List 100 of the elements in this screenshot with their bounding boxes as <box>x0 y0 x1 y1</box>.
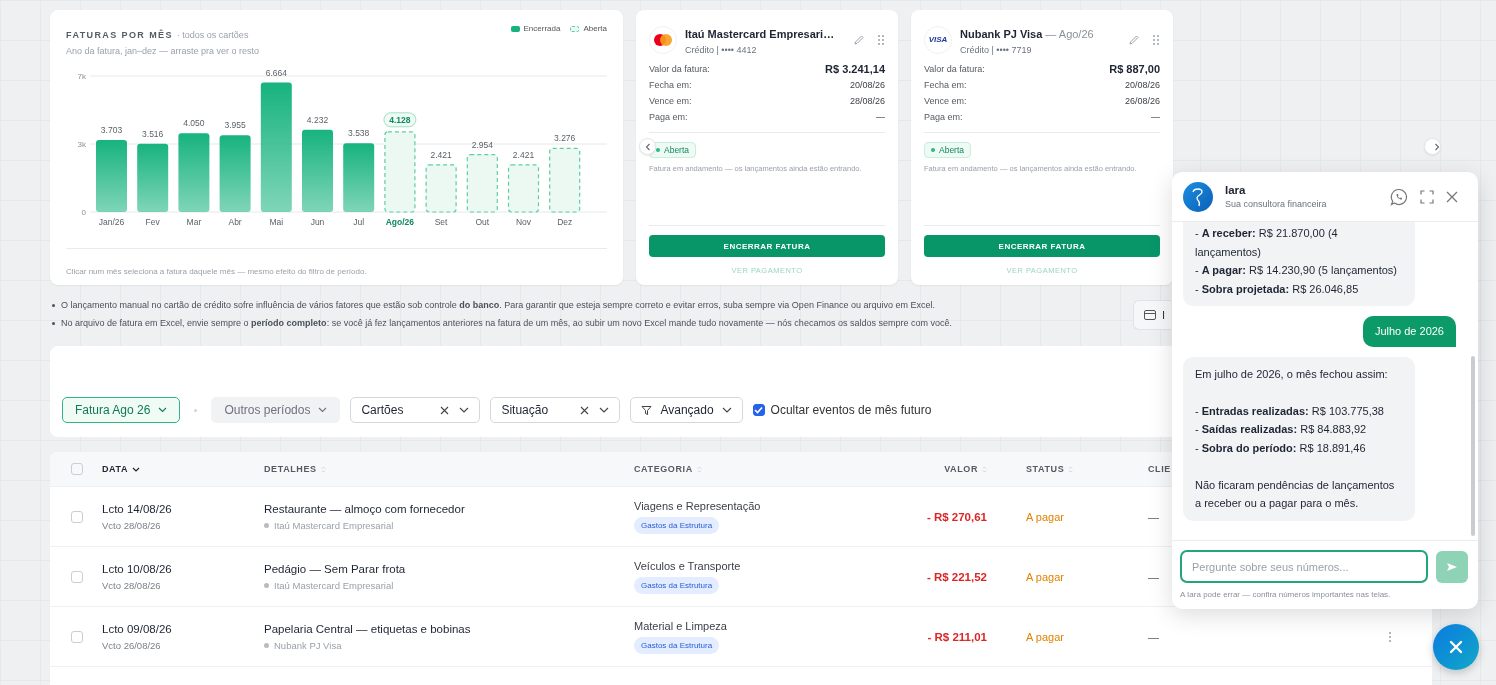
value-label: 4.232 <box>306 114 329 125</box>
close-invoice-button[interactable]: ENCERRAR FATURA <box>924 235 1160 257</box>
next-button[interactable] <box>1424 138 1441 155</box>
close-chat-button[interactable] <box>1433 624 1479 670</box>
column-header[interactable]: CATEGORIA <box>634 464 693 474</box>
period-pill[interactable]: Outros períodos <box>211 397 341 423</box>
chevron-down-icon <box>459 407 470 413</box>
drag-handle-icon[interactable] <box>1152 33 1160 46</box>
month-label[interactable]: Set <box>434 217 448 227</box>
chevron-down-icon <box>599 407 610 413</box>
more-options-icon[interactable] <box>1388 630 1392 643</box>
field-label: Valor da fatura: <box>924 64 985 74</box>
bar[interactable] <box>507 164 540 213</box>
expand-icon[interactable] <box>1420 189 1434 204</box>
filter-icon <box>641 404 653 416</box>
chevron-down-icon <box>721 407 732 413</box>
amount: - R$ 211,01 <box>927 630 987 643</box>
bar[interactable] <box>219 135 251 212</box>
bar[interactable] <box>384 131 416 213</box>
advanced-filter-button[interactable]: Avançado <box>630 397 743 423</box>
previous-button[interactable] <box>639 138 656 155</box>
bar[interactable] <box>260 82 292 212</box>
bar[interactable] <box>343 143 375 212</box>
chevron-down-icon <box>318 407 328 413</box>
value-label: 6.664 <box>265 67 287 78</box>
phone-bubble-icon[interactable] <box>1390 187 1408 206</box>
value-label: 4.050 <box>183 118 205 129</box>
drag-handle-icon[interactable] <box>877 33 885 46</box>
close-icon <box>1449 640 1463 654</box>
value-label: 3.276 <box>554 133 576 144</box>
month-label[interactable]: Mai <box>269 217 284 227</box>
row-checkbox[interactable] <box>71 570 83 583</box>
column-header[interactable]: VALOR <box>944 464 978 474</box>
bar[interactable] <box>96 140 127 212</box>
bar[interactable] <box>178 133 210 212</box>
card-icon <box>1144 310 1156 320</box>
clear-icon[interactable] <box>580 405 590 415</box>
month-label[interactable]: Out <box>475 217 490 227</box>
category-name: Material e Limpeza <box>634 619 727 632</box>
entry-date: Lcto 10/08/26 <box>102 562 172 575</box>
month-label[interactable]: Ago/26 <box>385 217 415 227</box>
send-button[interactable] <box>1436 550 1468 583</box>
note-text: No arquivo de fatura em Excel, envie sempre o período completo: se você já fez lançamentos anteriores na fatura de um mês, ao subir um novo Excel mande tudo novamente — nós checamos os saldos sempre com você. <box>61 318 952 328</box>
pencil-icon[interactable] <box>853 33 865 46</box>
bar[interactable] <box>425 164 457 213</box>
legend-swatch <box>510 25 520 32</box>
month-label[interactable]: Jun <box>310 217 325 227</box>
column-header[interactable]: DETALHES <box>264 464 317 474</box>
chart-subtitle: Ano da fatura, jan–dez — arraste pra ver o resto <box>66 46 260 56</box>
month-label[interactable]: Jul <box>353 217 365 227</box>
month-label[interactable]: Abr <box>228 217 242 227</box>
field-value: — <box>876 112 885 122</box>
card-name: Nubank PJ Visa <box>264 639 342 651</box>
column-header[interactable]: CLIE <box>1148 464 1171 474</box>
axis-tick-label: 0 <box>81 208 86 217</box>
month-label[interactable]: Nov <box>515 217 532 227</box>
message-text: Julho de 2026 <box>1374 324 1444 339</box>
category-tag: Gastos da Estrutura <box>634 576 720 594</box>
month-label[interactable]: Mar <box>186 217 202 227</box>
card-name: Itaú Mastercard Empresarial <box>264 579 394 591</box>
bar[interactable] <box>466 154 498 213</box>
message-text: - Entradas realizadas: R$ 103.775,38 - Saídas realizadas: R$ 84.883,92 - Sobra do período: R$ 18.891,46 <box>1195 403 1385 456</box>
close-invoice-button[interactable]: ENCERRAR FATURA <box>649 235 885 257</box>
field-label: Fecha em: <box>924 80 967 90</box>
month-label[interactable]: Jan/26 <box>98 217 125 227</box>
pencil-icon[interactable] <box>1128 33 1140 46</box>
month-label[interactable]: Fev <box>145 217 160 227</box>
assistant-avatar <box>1183 181 1213 212</box>
field-value: 20/08/26 <box>849 80 885 90</box>
value-label: 3.516 <box>142 128 164 139</box>
entry-title: Papelaria Central — etiquetas e bobinas <box>264 622 471 635</box>
value-label: 3.538 <box>348 128 370 139</box>
month-label[interactable]: Dez <box>557 217 573 227</box>
period-pill[interactable]: Fatura Ago 26 <box>62 397 181 423</box>
close-icon[interactable] <box>1446 190 1458 203</box>
select-all-checkbox[interactable] <box>71 463 83 475</box>
row-checkbox[interactable] <box>71 510 83 523</box>
checkbox[interactable] <box>752 404 765 416</box>
column-header[interactable]: DATA <box>102 464 129 474</box>
chevron-down-icon <box>158 407 168 413</box>
assistant-role: Sua consultora financeira <box>1225 199 1328 209</box>
message-text: - A receber: R$ 21.870,00 (4 lançamentos) - A pagar: R$ 14.230,90 (5 lançamentos) - Sobra projetada: R$ 26.046,85 <box>1195 226 1398 297</box>
legend-label: Encerrada <box>523 24 561 33</box>
value-label: 2.421 <box>512 149 535 160</box>
clear-icon[interactable] <box>440 405 450 415</box>
import-button[interactable]: I <box>1133 300 1171 330</box>
status-badge: Aberta <box>924 142 972 158</box>
question-input[interactable]: Pergunte sobre seus números... <box>1180 550 1428 583</box>
select-field[interactable]: Cartões <box>350 397 481 423</box>
axis-tick-label: 3k <box>77 140 86 149</box>
row-checkbox[interactable] <box>71 630 83 643</box>
scrollbar[interactable] <box>1471 356 1475 536</box>
axis-tick-label: 7k <box>77 72 86 81</box>
field-label: Fecha em: <box>649 80 692 90</box>
bar[interactable] <box>137 143 169 212</box>
select-field[interactable]: Situação <box>490 397 621 423</box>
bar[interactable] <box>302 129 333 212</box>
send-icon <box>1446 561 1458 572</box>
column-header[interactable]: STATUS <box>1026 464 1065 474</box>
bar[interactable] <box>549 147 581 213</box>
